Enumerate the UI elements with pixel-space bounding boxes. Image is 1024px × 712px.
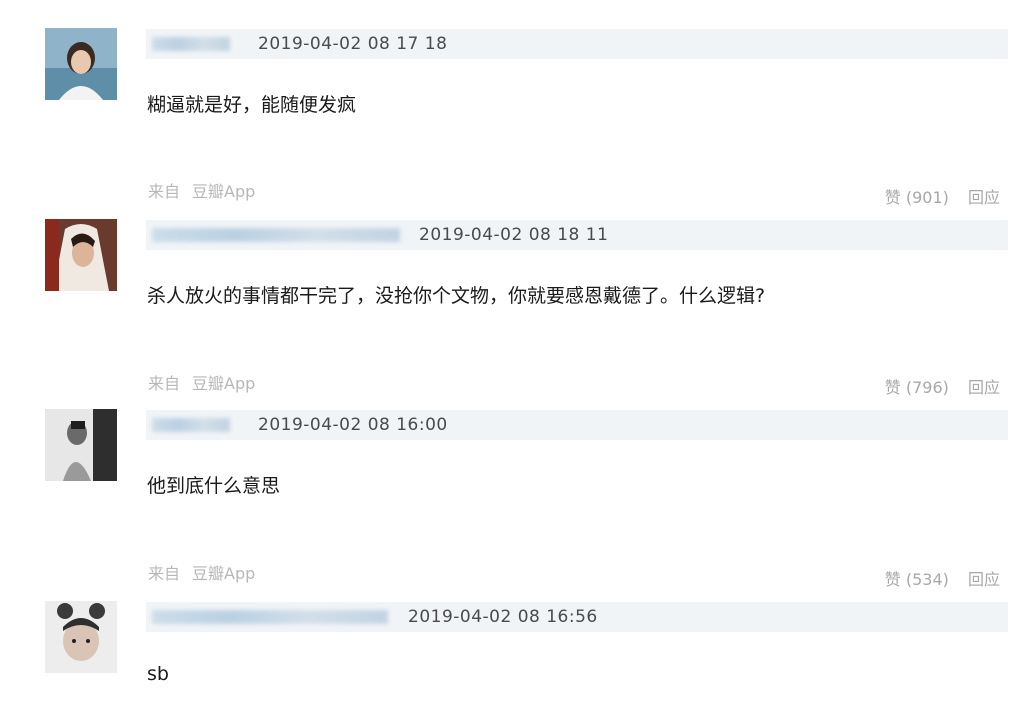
user-avatar[interactable] bbox=[45, 601, 117, 673]
avatar-photo-icon bbox=[45, 601, 117, 673]
comment-meta-bar: 2019-04-02 08 16:56 bbox=[146, 602, 1008, 632]
comment-timestamp: 2019-04-02 08 16:56 bbox=[408, 607, 598, 627]
username-blurred[interactable] bbox=[152, 610, 388, 624]
comment-text: sb bbox=[147, 663, 169, 685]
comment-item: 2019-04-02 08 16:56 sb bbox=[0, 0, 1024, 712]
